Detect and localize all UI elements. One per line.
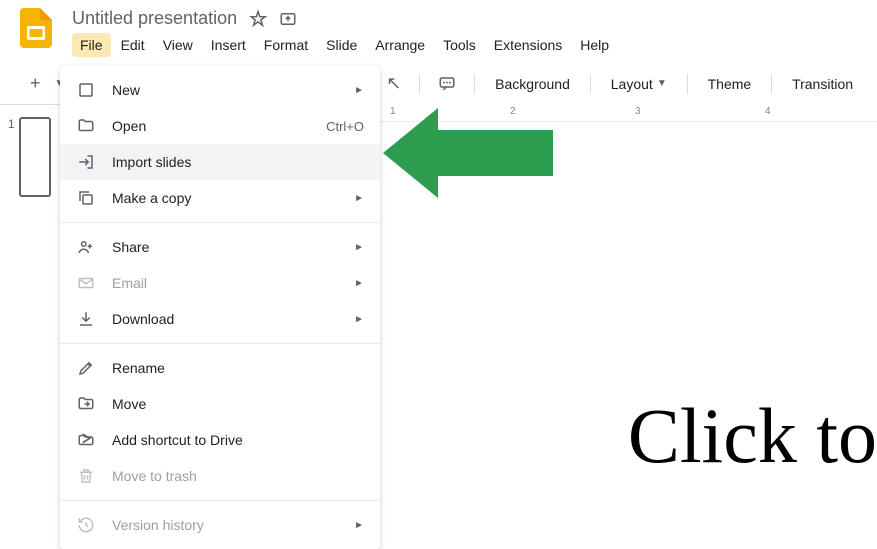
import-icon [76, 152, 96, 172]
email-icon [76, 273, 96, 293]
menu-item-label: Add shortcut to Drive [112, 432, 364, 448]
menu-item-move-to-trash: Move to trash [60, 458, 380, 494]
folder-icon [76, 116, 96, 136]
menu-item-add-shortcut-to-drive[interactable]: Add shortcut to Drive [60, 422, 380, 458]
submenu-arrow-icon: ► [354, 242, 364, 253]
menu-tools[interactable]: Tools [435, 33, 484, 57]
menu-divider [60, 500, 380, 501]
menu-item-label: Import slides [112, 154, 364, 170]
ruler-mark: 4 [765, 106, 771, 117]
shortcut-icon [76, 430, 96, 450]
blank-icon [76, 80, 96, 100]
slide-panel: 1 [0, 105, 56, 525]
theme-button[interactable]: Theme [700, 72, 760, 96]
slide-thumbnail[interactable] [19, 117, 51, 197]
star-icon[interactable] [249, 10, 267, 28]
menu-item-import-slides[interactable]: Import slides [60, 144, 380, 180]
background-button[interactable]: Background [487, 72, 578, 96]
pointer-tool-icon[interactable]: ↖ [380, 69, 407, 98]
menu-slide[interactable]: Slide [318, 33, 365, 57]
share-icon [76, 237, 96, 257]
menu-edit[interactable]: Edit [113, 33, 153, 57]
menu-item-email: Email► [60, 265, 380, 301]
annotation-arrow [383, 108, 553, 203]
copy-icon [76, 188, 96, 208]
menubar: FileEditViewInsertFormatSlideArrangeTool… [72, 33, 861, 57]
menu-arrange[interactable]: Arrange [367, 33, 433, 57]
menu-item-label: Move to trash [112, 468, 364, 484]
menu-view[interactable]: View [155, 33, 201, 57]
menu-item-label: New [112, 82, 354, 98]
menu-item-download[interactable]: Download► [60, 301, 380, 337]
ruler-mark: 3 [635, 106, 641, 117]
menu-item-move[interactable]: Move [60, 386, 380, 422]
submenu-arrow-icon: ► [354, 314, 364, 325]
menu-divider [60, 222, 380, 223]
menu-insert[interactable]: Insert [203, 33, 254, 57]
menu-item-label: Rename [112, 360, 364, 376]
menu-help[interactable]: Help [572, 33, 617, 57]
menu-item-open[interactable]: OpenCtrl+O [60, 108, 380, 144]
menu-item-label: Make a copy [112, 190, 354, 206]
menu-item-make-a-copy[interactable]: Make a copy► [60, 180, 380, 216]
menu-divider [60, 343, 380, 344]
menu-item-version-history: Version history► [60, 507, 380, 543]
menu-file[interactable]: File [72, 33, 111, 57]
menu-item-label: Share [112, 239, 354, 255]
menu-item-label: Download [112, 311, 354, 327]
trash-icon [76, 466, 96, 486]
layout-button[interactable]: Layout▼ [603, 72, 675, 96]
new-slide-button[interactable]: + [24, 69, 47, 98]
menu-item-new[interactable]: New► [60, 72, 380, 108]
transition-button[interactable]: Transition [784, 72, 861, 96]
menu-item-share[interactable]: Share► [60, 229, 380, 265]
document-title[interactable]: Untitled presentation [72, 8, 237, 29]
header: Untitled presentation FileEditViewInsert… [0, 0, 877, 57]
submenu-arrow-icon: ► [354, 85, 364, 96]
slide-number: 1 [8, 117, 15, 131]
title-area: Untitled presentation FileEditViewInsert… [72, 8, 861, 57]
submenu-arrow-icon: ► [354, 193, 364, 204]
menu-item-label: Version history [112, 517, 354, 533]
menu-extensions[interactable]: Extensions [486, 33, 570, 57]
menu-item-label: Move [112, 396, 364, 412]
submenu-arrow-icon: ► [354, 278, 364, 289]
file-menu: New►OpenCtrl+OImport slidesMake a copy►S… [60, 66, 380, 549]
annotation-text: Click to [628, 391, 877, 481]
menu-item-label: Email [112, 275, 354, 291]
move-icon [76, 394, 96, 414]
history-icon [76, 515, 96, 535]
move-to-drive-icon[interactable] [279, 10, 297, 28]
rename-icon [76, 358, 96, 378]
menu-item-rename[interactable]: Rename [60, 350, 380, 386]
submenu-arrow-icon: ► [354, 520, 364, 531]
menu-shortcut: Ctrl+O [326, 119, 364, 134]
menu-item-label: Open [112, 118, 326, 134]
download-icon [76, 309, 96, 329]
comment-icon[interactable] [432, 71, 462, 97]
menu-format[interactable]: Format [256, 33, 316, 57]
slides-logo[interactable] [16, 8, 56, 48]
